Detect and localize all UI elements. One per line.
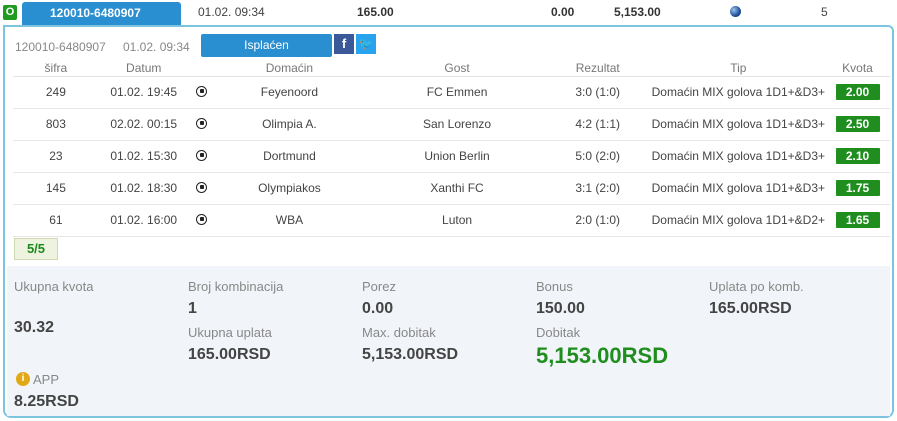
ticket-win: 5,153.00 [614, 5, 661, 19]
odds-badge: 2.50 [835, 116, 880, 132]
odds-badge: 2.00 [835, 84, 880, 100]
ticket-match-count: 5 [821, 5, 828, 19]
stake-per-combo-label: Uplata po komb. [709, 279, 804, 294]
combinations-label: Broj kombinacija [188, 279, 284, 294]
home-team: Olimpia A. [214, 108, 365, 141]
home-team: Olympiakos [214, 172, 365, 205]
status-badge: O [3, 5, 17, 20]
ticket-tab[interactable]: 120010-6480907 [22, 2, 181, 25]
match-code: 23 [13, 140, 99, 173]
match-tip: Domaćin MIX golova 1D1+&D3+ [645, 172, 826, 205]
win-label: Dobitak [536, 325, 581, 340]
away-team: Xanthi FC [364, 172, 550, 205]
combinations-value: 1 [188, 300, 197, 317]
ticket-summary: Ukupna kvota 30.32 Broj kombinacija 1 Uk… [7, 266, 890, 416]
total-odds-label: Ukupna kvota [14, 279, 94, 294]
match-code: 803 [13, 108, 99, 141]
header-code: šifra [13, 60, 99, 77]
header-tip: Tip [645, 60, 826, 77]
tax-label: Porez [362, 279, 396, 294]
header-odds: Kvota [825, 60, 890, 77]
twitter-share-icon[interactable]: 🐦 [356, 34, 376, 54]
match-result: 5:0 (2:0) [549, 140, 646, 173]
matches-table: šifra Datum Domaćin Gost Rezultat Tip Kv… [13, 60, 890, 237]
home-team: WBA [214, 204, 365, 237]
match-date: 01.02. 18:30 [98, 172, 189, 205]
ticket-datetime: 01.02. 09:34 [198, 5, 265, 19]
max-win-label: Max. dobitak [362, 325, 436, 340]
header-sport [188, 60, 215, 77]
table-row: 249 01.02. 19:45 Feyenoord FC Emmen 3:0 … [13, 76, 890, 109]
football-icon [196, 118, 208, 129]
match-date: 01.02. 16:00 [98, 204, 189, 237]
ticket-stake: 165.00 [357, 5, 394, 19]
match-tip: Domaćin MIX golova 1D1+&D2+ [645, 204, 826, 237]
total-stake-value: 165.00RSD [188, 346, 271, 363]
tax-value: 0.00 [362, 300, 394, 317]
ticket-details-panel: 120010-6480907 01.02. 09:34 Isplaćen f 🐦… [3, 25, 894, 418]
table-row: 23 01.02. 15:30 Dortmund Union Berlin 5:… [13, 140, 890, 173]
away-team: FC Emmen [364, 76, 550, 109]
odds-badge: 1.65 [835, 212, 880, 228]
match-date: 02.02. 00:15 [98, 108, 189, 141]
match-tip: Domaćin MIX golova 1D1+&D3+ [645, 108, 826, 141]
match-result: 2:0 (1:0) [549, 204, 646, 237]
football-icon [196, 150, 208, 161]
stake-per-combo-value: 165.00RSD [709, 300, 792, 317]
away-team: Luton [364, 204, 550, 237]
football-icon [196, 86, 208, 97]
ticket-id: 120010-6480907 [15, 40, 106, 54]
table-row: 145 01.02. 18:30 Olympiakos Xanthi FC 3:… [13, 172, 890, 205]
total-stake-label: Ukupna uplata [188, 325, 272, 340]
app-value: 8.25RSD [14, 393, 79, 410]
table-row: 803 02.02. 00:15 Olimpia A. San Lorenzo … [13, 108, 890, 141]
match-result: 3:0 (1:0) [549, 76, 646, 109]
match-date: 01.02. 15:30 [98, 140, 189, 173]
paid-status-button[interactable]: Isplaćen [201, 34, 332, 57]
header-result: Rezultat [549, 60, 646, 77]
ticket-date: 01.02. 09:34 [123, 40, 190, 54]
match-result: 3:1 (2:0) [549, 172, 646, 205]
ticket-zero-value: 0.00 [551, 5, 575, 19]
away-team: Union Berlin [364, 140, 550, 173]
ticket-summary-row[interactable]: O 120010-6480907 01.02. 09:34 165.00 0.0… [0, 0, 897, 25]
odds-badge: 2.10 [835, 148, 880, 164]
ball-status-icon [730, 6, 741, 17]
bonus-label: Bonus [536, 279, 573, 294]
odds-badge: 1.75 [835, 180, 880, 196]
facebook-share-icon[interactable]: f [334, 34, 354, 54]
home-team: Dortmund [214, 140, 365, 173]
info-icon[interactable]: i [16, 372, 30, 386]
football-icon [196, 182, 208, 193]
match-tip: Domaćin MIX golova 1D1+&D3+ [645, 76, 826, 109]
table-row: 61 01.02. 16:00 WBA Luton 2:0 (1:0) Doma… [13, 204, 890, 237]
total-odds-value: 30.32 [14, 319, 55, 336]
match-code: 61 [13, 204, 99, 237]
bonus-value: 150.00 [536, 300, 585, 317]
header-home: Domaćin [214, 60, 365, 77]
match-code: 145 [13, 172, 99, 205]
home-team: Feyenoord [214, 76, 365, 109]
header-date: Datum [98, 60, 189, 77]
win-value: 5,153.00RSD [536, 343, 669, 368]
away-team: San Lorenzo [364, 108, 550, 141]
app-label: APP [33, 372, 60, 387]
match-date: 01.02. 19:45 [98, 76, 189, 109]
matches-won-badge: 5/5 [14, 238, 58, 260]
match-code: 249 [13, 76, 99, 109]
max-win-value: 5,153.00RSD [362, 346, 459, 363]
match-tip: Domaćin MIX golova 1D1+&D3+ [645, 140, 826, 173]
header-away: Gost [364, 60, 550, 77]
football-icon [196, 214, 208, 225]
match-result: 4:2 (1:1) [549, 108, 646, 141]
